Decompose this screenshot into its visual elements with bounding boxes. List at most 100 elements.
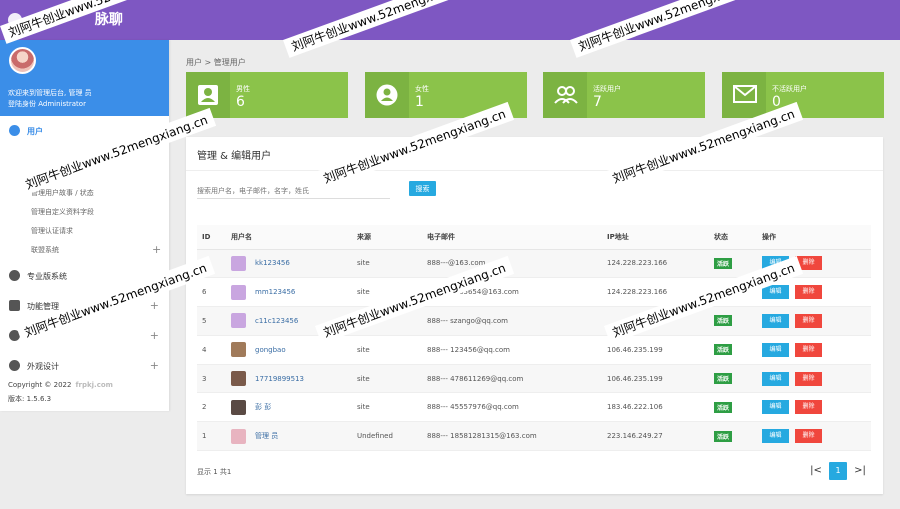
current-page-button[interactable]: 1 bbox=[829, 462, 847, 480]
col-ip: IP地址 bbox=[602, 225, 709, 250]
pagination: |< 1 >| bbox=[803, 462, 869, 480]
search-input[interactable] bbox=[197, 183, 390, 199]
col-actions: 操作 bbox=[757, 225, 871, 250]
user-avatar[interactable] bbox=[231, 371, 246, 387]
role-text: 登陆身份 Administrator bbox=[8, 100, 86, 108]
edit-button[interactable]: 编辑 bbox=[762, 313, 789, 328]
edit-button[interactable]: 编辑 bbox=[762, 400, 789, 415]
edit-button[interactable]: 编辑 bbox=[762, 371, 789, 386]
brand-name: 脉聊 bbox=[94, 12, 123, 28]
sidebar: 欢迎来到管理后台, 管理 员 登陆身份 Administrator 用户 − 管… bbox=[0, 40, 169, 411]
delete-button[interactable]: 删除 bbox=[795, 342, 822, 357]
cell-actions: 编辑删除 bbox=[757, 421, 871, 452]
search-button[interactable]: 搜索 bbox=[409, 181, 436, 196]
username-link[interactable]: mm123456 bbox=[255, 288, 295, 296]
menu-users-label: 用户 bbox=[27, 127, 43, 136]
profile-card: 欢迎来到管理后台, 管理 员 登陆身份 Administrator bbox=[0, 40, 169, 116]
first-page-button[interactable]: |< bbox=[807, 462, 825, 480]
status-badge: 活跃 bbox=[714, 430, 733, 442]
users-panel: 管理 & 编辑用户 搜索 ID 用户名 来源 电子邮件 IP地址 状态 操作 7… bbox=[186, 137, 883, 494]
table-row: 2 彭 彭 site 888--- 45557976@qq.com 183.46.222… bbox=[197, 392, 871, 423]
username-link[interactable]: 彭 彭 bbox=[255, 402, 271, 412]
page-info: 显示 1 共1 bbox=[197, 468, 232, 476]
user-icon bbox=[9, 125, 20, 136]
stat-label: 女性 bbox=[415, 85, 429, 93]
col-email: 电子邮件 bbox=[422, 225, 602, 250]
stat-label: 男性 bbox=[236, 85, 250, 93]
cell-id: 3 bbox=[197, 364, 226, 394]
cell-email: 888--- 123456@qq.com bbox=[422, 335, 602, 365]
col-id: ID bbox=[197, 225, 226, 250]
expand-icon[interactable]: + bbox=[152, 243, 161, 256]
stat-value: 1 bbox=[415, 94, 424, 110]
cell-username: kk123456 bbox=[226, 249, 352, 279]
cell-status: 活跃 bbox=[709, 306, 757, 336]
cell-email: 888--- 18581281315@163.com bbox=[422, 421, 602, 452]
cell-actions: 编辑删除 bbox=[757, 335, 871, 365]
user-avatar[interactable] bbox=[231, 313, 246, 329]
username-link[interactable]: gongbao bbox=[255, 346, 286, 354]
panel-title: 管理 & 编辑用户 bbox=[197, 151, 272, 162]
cell-source: site bbox=[352, 249, 422, 279]
delete-button[interactable]: 删除 bbox=[795, 371, 822, 386]
stat-value: 6 bbox=[236, 94, 245, 110]
user-avatar[interactable] bbox=[231, 284, 246, 300]
admin-avatar[interactable] bbox=[9, 47, 36, 74]
user-avatar[interactable] bbox=[231, 255, 246, 271]
expand-icon[interactable]: + bbox=[150, 299, 159, 312]
cell-status: 活跃 bbox=[709, 335, 757, 365]
col-status: 状态 bbox=[709, 225, 757, 250]
cell-actions: 编辑删除 bbox=[757, 392, 871, 423]
submenu-custom-fields[interactable]: 管理自定义资料字段 bbox=[31, 207, 94, 217]
stat-label: 不活跃用户 bbox=[772, 85, 807, 93]
table-header-row: ID 用户名 来源 电子邮件 IP地址 状态 操作 bbox=[197, 225, 871, 250]
cell-username: 管理 员 bbox=[226, 421, 352, 452]
cell-actions: 编辑删除 bbox=[757, 364, 871, 394]
submenu-verification[interactable]: 管理认证请求 bbox=[31, 226, 73, 236]
user-avatar[interactable] bbox=[231, 428, 246, 444]
cell-username: gongbao bbox=[226, 335, 352, 365]
cell-ip: 183.46.222.106 bbox=[602, 392, 709, 423]
edit-button[interactable]: 编辑 bbox=[762, 285, 789, 300]
welcome-text: 欢迎来到管理后台, 管理 员 bbox=[8, 89, 92, 97]
cell-ip: 124.228.223.166 bbox=[602, 249, 709, 279]
cell-status: 活跃 bbox=[709, 392, 757, 423]
menu-appearance[interactable]: 外观设计 + bbox=[0, 358, 169, 374]
last-page-button[interactable]: >| bbox=[851, 462, 869, 480]
username-link[interactable]: 17719899513 bbox=[255, 375, 304, 383]
submenu-affiliate[interactable]: 联盟系统 bbox=[31, 245, 59, 255]
cell-actions: 编辑删除 bbox=[757, 306, 871, 336]
delete-button[interactable]: 删除 bbox=[795, 313, 822, 328]
palette-icon bbox=[9, 360, 20, 371]
username-link[interactable]: kk123456 bbox=[255, 259, 290, 267]
top-bar: 脉聊 bbox=[0, 0, 900, 40]
col-source: 来源 bbox=[352, 225, 422, 250]
table-row: 4 gongbao site 888--- 123456@qq.com 106.46.2… bbox=[197, 335, 871, 365]
status-badge: 活跃 bbox=[714, 373, 733, 385]
delete-button[interactable]: 删除 bbox=[795, 285, 822, 300]
col-username: 用户名 bbox=[226, 225, 352, 250]
username-link[interactable]: 管理 员 bbox=[255, 431, 278, 441]
cell-email: 888--- 45557976@qq.com bbox=[422, 392, 602, 423]
status-badge: 活跃 bbox=[714, 257, 733, 269]
cell-ip: 106.46.235.199 bbox=[602, 364, 709, 394]
edit-button[interactable]: 编辑 bbox=[762, 342, 789, 357]
user-avatar[interactable] bbox=[231, 342, 246, 358]
cell-source: site bbox=[352, 392, 422, 423]
status-badge: 活跃 bbox=[714, 344, 733, 356]
username-link[interactable]: c11c123456 bbox=[255, 317, 298, 325]
table-row: 3 17719899513 site 888--- 478611269@qq.com 1… bbox=[197, 364, 871, 394]
menu-appearance-label: 外观设计 bbox=[27, 362, 59, 371]
expand-icon[interactable]: + bbox=[150, 329, 159, 342]
delete-button[interactable]: 删除 bbox=[795, 400, 822, 415]
edit-button[interactable]: 编辑 bbox=[762, 429, 789, 444]
expand-icon[interactable]: + bbox=[150, 359, 159, 372]
layers-icon bbox=[9, 300, 20, 311]
copyright-text: Copyright © 2022 bbox=[8, 381, 72, 389]
status-badge: 活跃 bbox=[714, 401, 733, 413]
user-avatar[interactable] bbox=[231, 399, 246, 415]
cell-email: 888--- szango@qq.com bbox=[422, 306, 602, 336]
stat-card-active: 活跃用户 7 bbox=[543, 72, 705, 118]
delete-button[interactable]: 删除 bbox=[795, 429, 822, 444]
star-icon bbox=[9, 270, 20, 281]
